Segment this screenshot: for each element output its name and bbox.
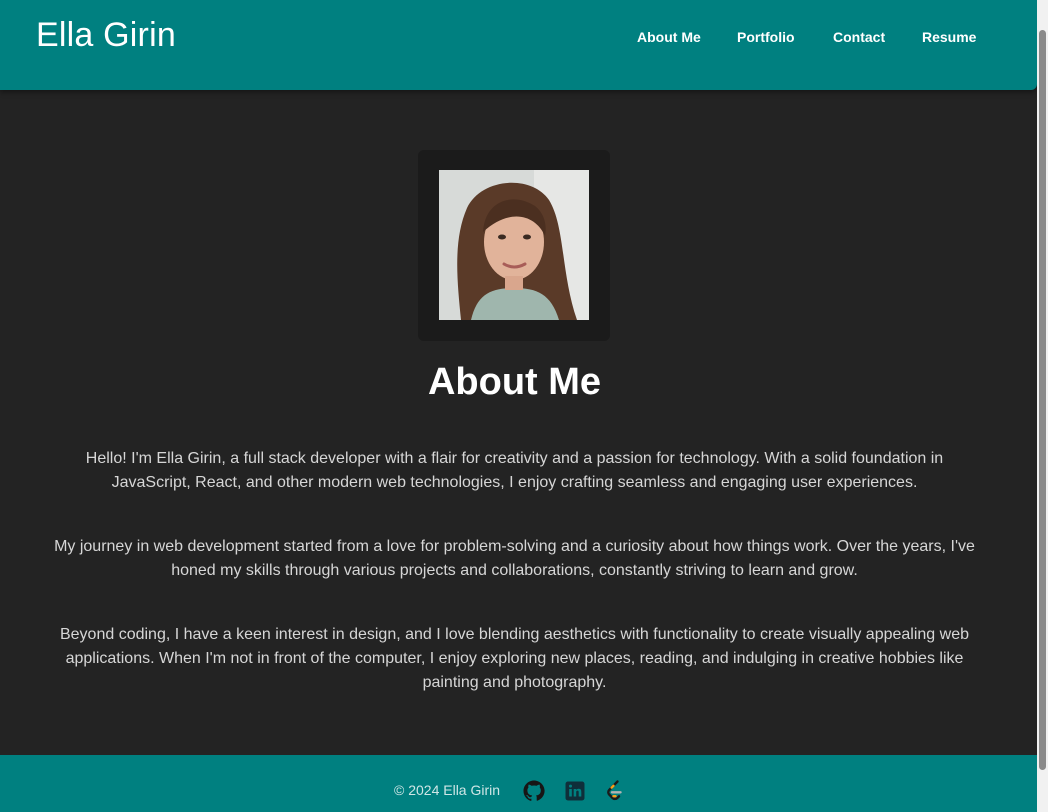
main-nav: About Me Portfolio Contact Resume <box>0 29 1037 49</box>
nav-portfolio[interactable]: Portfolio <box>737 29 795 45</box>
site-header: Ella Girin About Me Portfolio Contact Re… <box>0 0 1037 90</box>
nav-about-me[interactable]: About Me <box>637 29 701 45</box>
journey-paragraph: My journey in web development started fr… <box>54 538 975 579</box>
linkedin-icon[interactable] <box>563 779 587 803</box>
page: Ella Girin About Me Portfolio Contact Re… <box>0 0 1037 812</box>
page-scrollbar[interactable] <box>1037 0 1048 812</box>
copyright-text: © 2024 Ella Girin <box>394 782 501 798</box>
interests-paragraph: Beyond coding, I have a keen interest in… <box>59 626 969 691</box>
site-footer: © 2024 Ella Girin <box>0 755 1037 812</box>
nav-resume[interactable]: Resume <box>922 29 976 45</box>
leetcode-icon[interactable] <box>603 779 627 803</box>
intro-paragraph: Hello! I'm Ella Girin, a full stack deve… <box>85 450 944 491</box>
page-title: About Me <box>427 361 602 403</box>
profile-photo-card <box>418 150 610 341</box>
profile-photo <box>439 170 589 320</box>
nav-contact[interactable]: Contact <box>833 29 885 45</box>
github-icon[interactable] <box>522 779 546 803</box>
scrollbar-thumb[interactable] <box>1039 30 1046 770</box>
